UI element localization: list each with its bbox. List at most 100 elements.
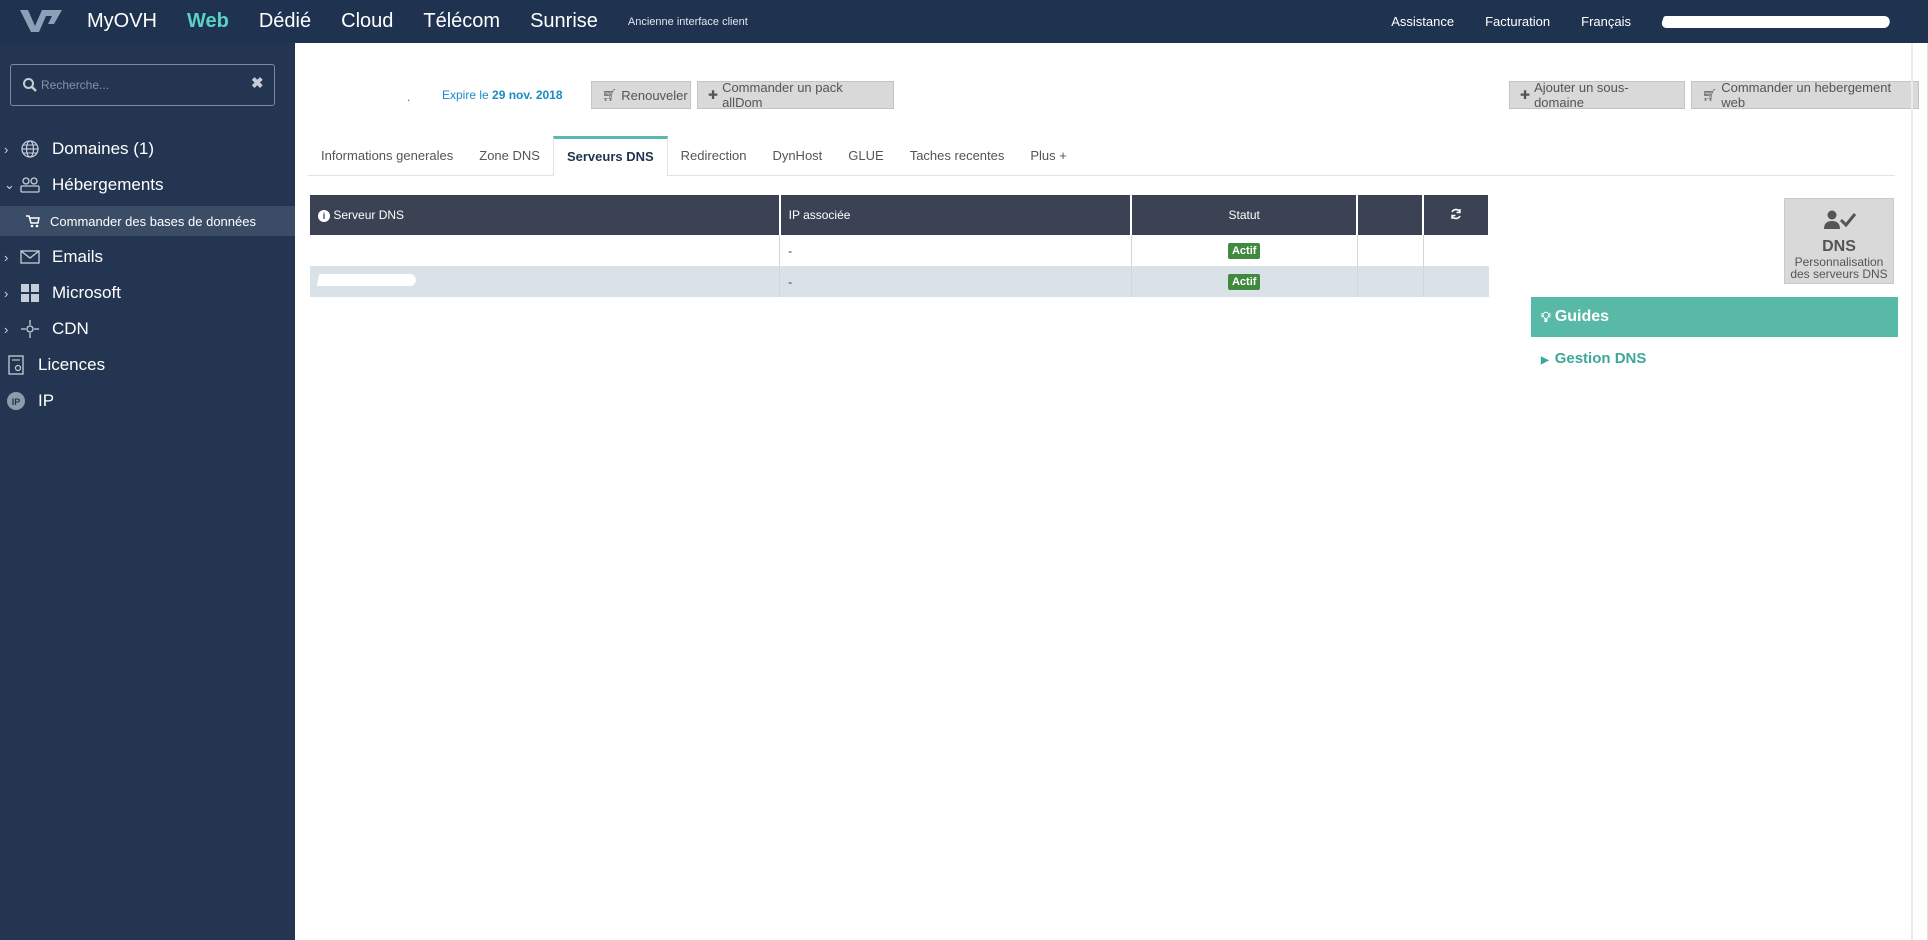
nav-dedie[interactable]: Dédié	[259, 10, 311, 33]
sidebar-item-domaines[interactable]: › Domaines (1)	[0, 131, 295, 167]
nav-myovh[interactable]: MyOVH	[87, 10, 157, 33]
sidebar-subitem-label: Commander des bases de données	[50, 213, 256, 229]
order-pack-label: Commander un pack allDom	[722, 80, 843, 110]
plus-icon: ✚	[1520, 88, 1531, 102]
dns-server-redacted	[310, 266, 781, 297]
sidebar-item-hebergements[interactable]: ⌄ Hébergements	[0, 167, 295, 203]
sidebar-item-label: IP	[38, 391, 55, 410]
windows-icon	[18, 281, 42, 305]
chevron-right-icon: ›	[4, 321, 9, 337]
renew-button[interactable]: 🛒︎ Renouveler	[591, 81, 691, 109]
main-content: . Expire le 29 nov. 2018 🛒︎ Renouveler ✚…	[295, 43, 1928, 940]
guide-link-gestion-dns[interactable]: ▶ Gestion DNS	[1541, 350, 1646, 367]
globe-icon	[18, 137, 42, 161]
empty-cell	[1357, 266, 1424, 297]
svg-text:IP: IP	[12, 397, 21, 407]
search-box: ✖	[10, 64, 275, 106]
tab-dynhost[interactable]: DynHost	[759, 137, 835, 175]
envelope-icon	[18, 245, 42, 269]
top-navigation-bar: MyOVH Web Dédié Cloud Télécom Sunrise An…	[0, 0, 1928, 43]
empty-cell	[1357, 235, 1424, 266]
lightbulb-icon: 💡︎	[1541, 308, 1551, 325]
domain-name-redacted: .	[407, 90, 411, 104]
nav-telecom[interactable]: Télécom	[423, 10, 500, 33]
sidebar-menu: › Domaines (1) ⌄ Hébergements Commander …	[0, 131, 295, 419]
nav-assistance[interactable]: Assistance	[1391, 14, 1454, 29]
status-cell: Actif	[1131, 235, 1358, 266]
renew-label: Renouveler	[621, 87, 688, 103]
dns-card-title: DNS	[1822, 238, 1856, 255]
sidebar-item-label: Hébergements	[52, 175, 164, 194]
page-edge-divider	[1911, 43, 1913, 940]
status-badge: Actif	[1227, 242, 1261, 259]
order-hosting-label: Commander un hebergement web	[1721, 80, 1892, 110]
add-subdomain-button[interactable]: ✚ Ajouter un sous-domaine	[1509, 80, 1685, 110]
tab-serveurs-dns[interactable]: Serveurs DNS	[552, 136, 668, 176]
tab-informations-generales[interactable]: Informations generales	[308, 137, 466, 175]
sidebar: ✖ › Domaines (1) ⌄ Hébergements Commande…	[0, 43, 295, 940]
order-pack-button[interactable]: ✚ Commander un pack allDom	[697, 80, 894, 110]
sidebar-item-label: Emails	[52, 247, 104, 266]
ip-cell: -	[779, 266, 1132, 297]
tab-taches-recentes[interactable]: Taches recentes	[897, 137, 1018, 175]
column-statut: Statut	[1131, 195, 1359, 235]
cart-icon: 🛒︎	[602, 88, 618, 102]
sidebar-item-ip[interactable]: IP IP	[0, 383, 295, 419]
guides-title: Guides	[1554, 308, 1610, 325]
status-badge: Actif	[1227, 273, 1261, 290]
expire-date: 29 nov. 2018	[492, 88, 563, 102]
search-input[interactable]	[41, 73, 241, 97]
cart-icon: 🛒︎	[1702, 88, 1718, 102]
tab-glue[interactable]: GLUE	[835, 137, 896, 175]
sidebar-item-label: Licences	[38, 355, 106, 374]
chevron-down-icon: ⌄	[4, 177, 15, 192]
guides-panel-header: 💡︎ Guides	[1531, 297, 1898, 337]
redaction-mark	[316, 274, 418, 286]
chevron-right-icon: ›	[4, 141, 9, 157]
expire-label: Expire le	[442, 88, 489, 102]
sidebar-item-microsoft[interactable]: › Microsoft	[0, 275, 295, 311]
domain-tabs: Informations generales Zone DNS Serveurs…	[308, 136, 1895, 176]
chevron-right-icon: ›	[4, 285, 9, 301]
column-serveur-dns[interactable]: i Serveur DNS	[310, 195, 781, 235]
sidebar-item-label: Microsoft	[52, 283, 121, 302]
dns-customization-button[interactable]: DNS Personnalisation des serveurs DNS	[1784, 198, 1894, 284]
dns-card-caption: des serveurs DNS	[1790, 267, 1888, 281]
refresh-button[interactable]	[1423, 195, 1490, 235]
info-icon: i	[318, 210, 330, 222]
dns-servers-table: i Serveur DNS IP associée Statut - Actif	[310, 195, 1490, 297]
ovh-logo-icon[interactable]	[18, 6, 64, 36]
column-actions	[1357, 195, 1425, 235]
empty-cell	[1423, 266, 1489, 297]
hosting-icon	[18, 173, 42, 197]
column-ip-associee: IP associée	[779, 195, 1133, 235]
language-selector[interactable]: Français	[1581, 14, 1631, 29]
license-icon	[4, 353, 28, 377]
refresh-icon	[1451, 208, 1461, 219]
guide-link-label: Gestion DNS	[1554, 350, 1647, 367]
order-hosting-button[interactable]: 🛒︎ Commander un hebergement web	[1691, 80, 1919, 110]
sidebar-item-label: CDN	[52, 319, 89, 338]
user-check-icon	[1824, 210, 1857, 229]
sidebar-item-cdn[interactable]: › CDN	[0, 311, 295, 347]
expiration-info: Expire le 29 nov. 2018	[442, 88, 563, 102]
tab-redirection[interactable]: Redirection	[668, 137, 760, 175]
cdn-icon	[18, 317, 42, 341]
clear-search-icon[interactable]: ✖	[251, 76, 265, 92]
tab-plus[interactable]: Plus +	[1017, 137, 1080, 175]
user-account-redacted[interactable]	[1660, 15, 1892, 28]
sidebar-subitem-order-databases[interactable]: Commander des bases de données	[0, 206, 295, 236]
add-subdomain-label: Ajouter un sous-domaine	[1534, 80, 1629, 110]
nav-cloud[interactable]: Cloud	[341, 10, 393, 33]
table-row: - Actif	[310, 266, 1489, 297]
nav-facturation[interactable]: Facturation	[1485, 14, 1550, 29]
sidebar-item-licences[interactable]: Licences	[0, 347, 295, 383]
nav-web[interactable]: Web	[187, 10, 229, 33]
column-label: Serveur DNS	[333, 208, 405, 222]
tab-zone-dns[interactable]: Zone DNS	[466, 137, 553, 175]
ip-cell: -	[779, 235, 1132, 266]
old-interface-link[interactable]: Ancienne interface client	[628, 16, 748, 28]
nav-sunrise[interactable]: Sunrise	[530, 10, 598, 33]
caret-right-icon: ▶	[1541, 355, 1549, 366]
sidebar-item-emails[interactable]: › Emails	[0, 239, 295, 275]
